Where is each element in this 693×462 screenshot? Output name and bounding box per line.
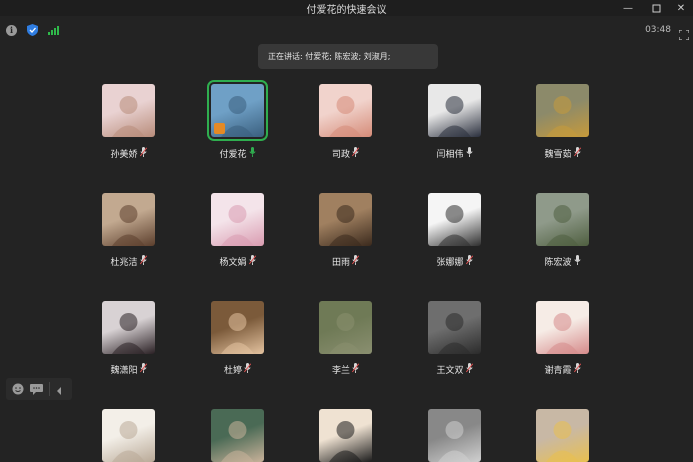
participant-name-label: 魏雪茹 [544, 150, 572, 160]
minimize-icon[interactable]: — [617, 0, 639, 16]
participant-name: 付爱花 [191, 147, 284, 160]
avatar[interactable] [207, 80, 268, 141]
avatar[interactable] [428, 409, 481, 462]
participant-name: 魏雪茹 [516, 147, 609, 160]
avatar[interactable] [102, 409, 155, 462]
bottom-toolbar [6, 378, 72, 400]
avatar[interactable] [319, 301, 372, 354]
mic-muted-icon [139, 255, 147, 268]
meeting-timer: 03:48 [645, 25, 671, 35]
participant-name-label: 张娜娜 [436, 258, 464, 268]
window-title: 付爱花的快速会议 [306, 5, 387, 16]
mic-muted-icon [243, 363, 252, 376]
mic-icon [465, 147, 473, 160]
mic-muted-icon [465, 255, 473, 268]
signal-icon[interactable] [48, 25, 59, 35]
participant-name-label: 孙美娇 [110, 150, 138, 160]
avatar[interactable] [428, 84, 481, 137]
participant-name-label: 陈宏波 [544, 258, 572, 268]
collapse-icon[interactable] [56, 380, 62, 399]
mic-muted-icon [351, 147, 360, 160]
mic-muted-icon [573, 363, 581, 376]
participant-name: 陈宏波 [516, 255, 609, 268]
participant-name: 杜婷 [191, 363, 284, 376]
participant-name: 李兰 [299, 363, 392, 376]
speaking-indicator: 正在讲话: 付爱花; 陈宏波; 刘淑月; [258, 44, 438, 69]
avatar[interactable] [319, 84, 372, 137]
title-bar: 付爱花的快速会议 — ✕ [0, 0, 693, 16]
participant-name-label: 田雨 [331, 258, 350, 268]
mic-muted-icon [351, 255, 360, 268]
mic-icon [248, 147, 256, 160]
participant-name: 田雨 [299, 255, 392, 268]
status-icons: i [6, 24, 59, 36]
mic-muted-icon [573, 147, 581, 160]
avatar[interactable] [102, 84, 155, 137]
avatar[interactable] [536, 409, 589, 462]
toolbar-divider [49, 382, 50, 396]
avatar[interactable] [319, 409, 372, 462]
avatar[interactable] [211, 301, 264, 354]
info-icon[interactable]: i [6, 24, 17, 36]
mic-muted-icon [139, 147, 147, 160]
participant-name-label: 魏潇阳 [110, 366, 138, 376]
avatar[interactable] [536, 301, 589, 354]
avatar[interactable] [428, 301, 481, 354]
avatar[interactable] [536, 193, 589, 246]
avatar[interactable] [102, 193, 155, 246]
participant-name-label: 王文双 [436, 366, 464, 376]
participant-name: 谢青霞 [516, 363, 609, 376]
participant-name: 孙美娇 [82, 147, 175, 160]
chat-icon[interactable] [30, 380, 43, 399]
participant-name: 司政 [299, 147, 392, 160]
mic-muted-icon [465, 363, 473, 376]
close-icon[interactable]: ✕ [670, 0, 692, 16]
avatar[interactable] [428, 193, 481, 246]
participant-name-label: 司政 [331, 150, 350, 160]
mic-muted-icon [351, 363, 360, 376]
participant-name: 闫相伟 [408, 147, 501, 160]
participant-name: 杨文娟 [191, 255, 284, 268]
participant-name-label: 杜兆洁 [110, 258, 138, 268]
participant-name-label: 李兰 [331, 366, 350, 376]
avatar[interactable] [319, 193, 372, 246]
participant-name: 杜兆洁 [82, 255, 175, 268]
emoji-icon[interactable] [12, 380, 24, 399]
participant-name-label: 谢青霞 [544, 366, 572, 376]
shield-icon[interactable] [27, 24, 38, 36]
participant-name: 王文双 [408, 363, 501, 376]
fullscreen-icon[interactable] [678, 25, 690, 44]
mic-muted-icon [139, 363, 147, 376]
avatar[interactable] [211, 193, 264, 246]
maximize-icon[interactable] [645, 0, 667, 16]
participant-name: 魏潇阳 [82, 363, 175, 376]
participant-name-label: 付爱花 [219, 150, 247, 160]
participant-name-label: 闫相伟 [436, 150, 464, 160]
avatar[interactable] [211, 409, 264, 462]
mic-icon [573, 255, 581, 268]
avatar[interactable] [536, 84, 589, 137]
participant-name-label: 杨文娟 [219, 258, 247, 268]
mic-muted-icon [248, 255, 256, 268]
avatar[interactable] [102, 301, 155, 354]
participant-name-label: 杜婷 [223, 366, 242, 376]
host-badge-icon [214, 123, 225, 134]
participant-name: 张娜娜 [408, 255, 501, 268]
